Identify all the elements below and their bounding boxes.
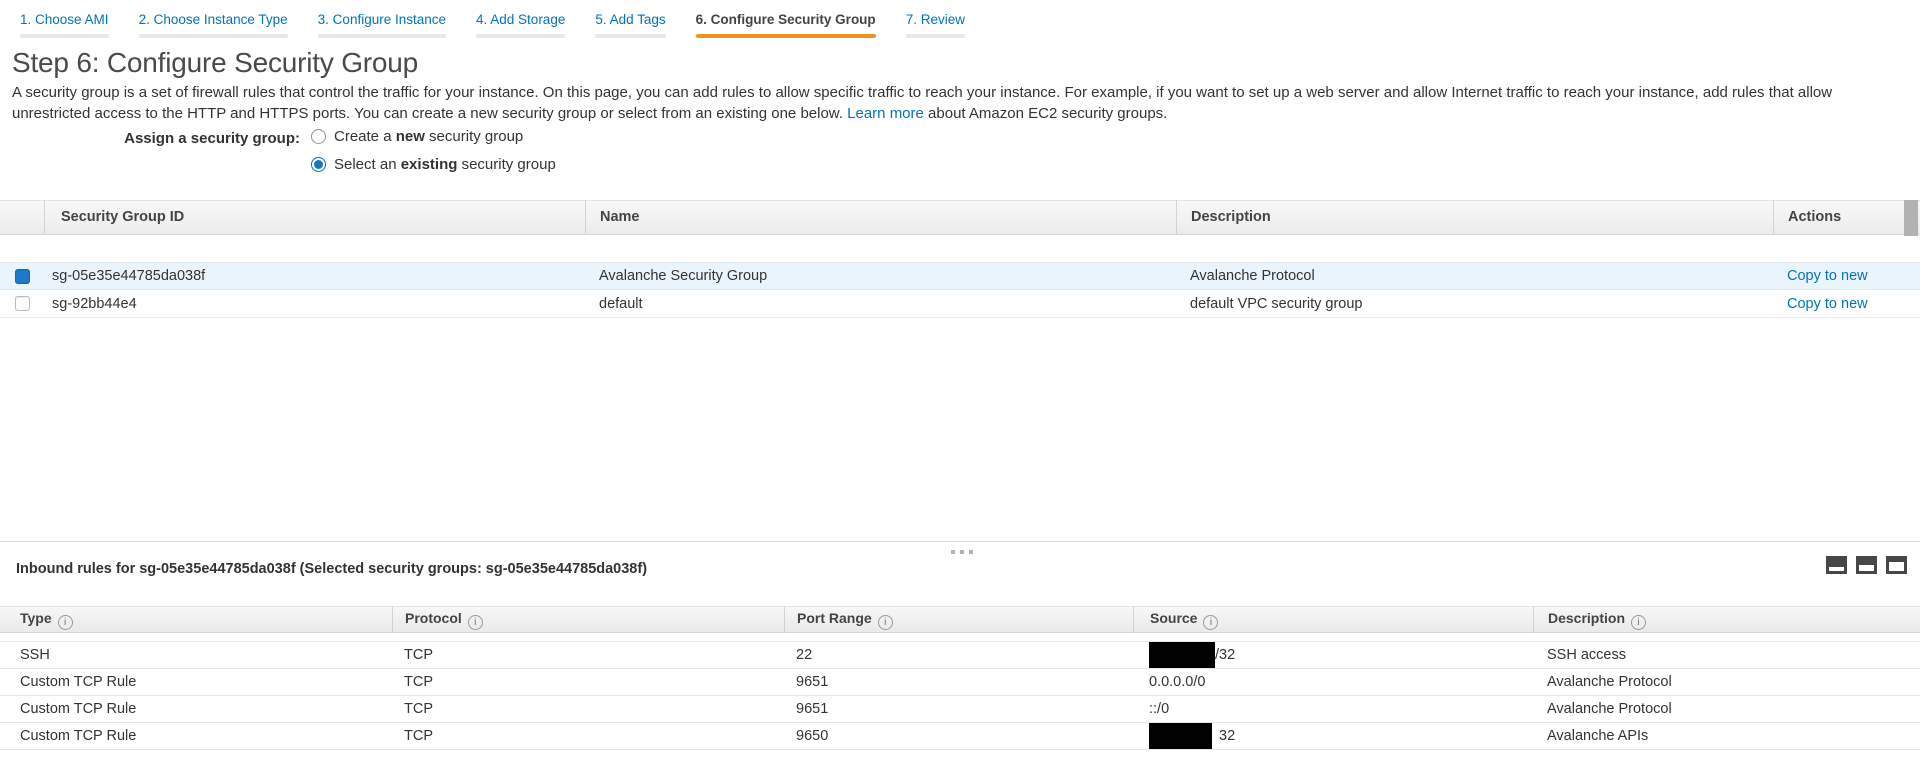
tab-choose-ami[interactable]: 1. Choose AMI	[20, 12, 109, 46]
page-title: Step 6: Configure Security Group	[12, 47, 418, 79]
inbound-rule-row-ssh[interactable]: SSH TCP 22 /32 SSH access	[0, 642, 1920, 669]
wizard-tab-bar: 1. Choose AMI 2. Choose Instance Type 3.…	[0, 0, 1920, 46]
info-icon[interactable]: i	[468, 615, 483, 630]
panel-large-icon[interactable]	[1886, 556, 1907, 574]
tab-add-storage[interactable]: 4. Add Storage	[476, 12, 565, 46]
cell-description: Avalanche Protocol	[1533, 674, 1920, 690]
cell-protocol: TCP	[392, 647, 784, 663]
cell-security-group-id: sg-92bb44e4	[44, 296, 585, 312]
inbound-rules-title: Inbound rules for sg-05e35e44785da038f (…	[16, 561, 647, 577]
cell-description: Avalanche Protocol	[1176, 268, 1773, 284]
radio-icon-selected[interactable]	[311, 157, 326, 172]
panel-small-icon[interactable]	[1826, 556, 1847, 574]
radio-select-existing-label: Select an existing security group	[334, 156, 556, 173]
inbound-rules-table: Typei Protocoli Port Rangei Sourcei Desc…	[0, 606, 1920, 750]
cell-description: SSH access	[1533, 647, 1920, 663]
header-security-group-id: Security Group ID	[44, 200, 585, 235]
cell-type: Custom TCP Rule	[0, 674, 392, 690]
security-groups-table: Security Group ID Name Description Actio…	[0, 200, 1920, 318]
page-description: A security group is a set of firewall ru…	[12, 82, 1907, 124]
header-protocol: Protocoli	[392, 606, 784, 633]
cell-port-range: 9651	[784, 701, 1133, 717]
inbound-rules-table-body: SSH TCP 22 /32 SSH access Custom TCP Rul…	[0, 641, 1920, 750]
panel-medium-icon[interactable]	[1856, 556, 1877, 574]
drag-dots-icon[interactable]	[947, 548, 977, 556]
copy-to-new-link[interactable]: Copy to new	[1787, 296, 1868, 312]
radio-create-new-label: Create a new security group	[334, 128, 523, 145]
cell-name: Avalanche Security Group	[585, 268, 1176, 284]
header-checkbox-column	[0, 200, 44, 235]
table-row-avalanche-security-group[interactable]: sg-05e35e44785da038f Avalanche Security …	[0, 262, 1920, 290]
table-scrollbar-thumb[interactable]	[1904, 200, 1918, 236]
cell-type: SSH	[0, 647, 392, 663]
cell-security-group-id: sg-05e35e44785da038f	[44, 268, 585, 284]
tab-configure-security-group[interactable]: 6. Configure Security Group	[696, 12, 876, 46]
tab-review[interactable]: 7. Review	[906, 12, 965, 46]
header-type: Typei	[0, 610, 392, 630]
panel-size-toggles	[1826, 556, 1907, 574]
assign-security-group-label: Assign a security group:	[0, 130, 300, 147]
cell-protocol: TCP	[392, 728, 784, 744]
security-groups-table-header: Security Group ID Name Description Actio…	[0, 200, 1920, 235]
cell-source: ::/0	[1133, 701, 1533, 717]
cell-protocol: TCP	[392, 701, 784, 717]
cell-type: Custom TCP Rule	[0, 701, 392, 717]
info-icon[interactable]: i	[878, 615, 893, 630]
inbound-rule-row-tcp-9650[interactable]: Custom TCP Rule TCP 9650 32 Avalanche AP…	[0, 723, 1920, 750]
info-icon[interactable]: i	[58, 615, 73, 630]
cell-description: Avalanche APIs	[1533, 728, 1920, 744]
cell-description: default VPC security group	[1176, 296, 1773, 312]
info-icon[interactable]: i	[1631, 615, 1646, 630]
security-groups-table-body: sg-05e35e44785da038f Avalanche Security …	[0, 262, 1920, 318]
table-row-default-security-group[interactable]: sg-92bb44e4 default default VPC security…	[0, 290, 1920, 318]
inbound-rules-table-header: Typei Protocoli Port Rangei Sourcei Desc…	[0, 606, 1920, 633]
radio-icon-unselected[interactable]	[311, 129, 326, 144]
radio-select-existing-group[interactable]: Select an existing security group	[311, 156, 556, 173]
header-description: Description	[1176, 200, 1773, 235]
cell-port-range: 22	[784, 647, 1133, 663]
cell-type: Custom TCP Rule	[0, 728, 392, 744]
cell-port-range: 9650	[784, 728, 1133, 744]
header-name: Name	[585, 200, 1176, 235]
section-divider	[0, 541, 1920, 542]
cell-port-range: 9651	[784, 674, 1133, 690]
header-source: Sourcei	[1133, 606, 1533, 633]
learn-more-link[interactable]: Learn more	[847, 105, 924, 122]
header-port-range: Port Rangei	[784, 606, 1133, 633]
redacted-ip	[1149, 642, 1215, 668]
radio-create-new-group[interactable]: Create a new security group	[311, 128, 523, 145]
inbound-rule-row-tcp-9651-ipv4[interactable]: Custom TCP Rule TCP 9651 0.0.0.0/0 Avala…	[0, 669, 1920, 696]
redacted-ip	[1149, 723, 1212, 749]
description-suffix: about Amazon EC2 security groups.	[928, 105, 1167, 122]
inbound-rule-row-tcp-9651-ipv6[interactable]: Custom TCP Rule TCP 9651 ::/0 Avalanche …	[0, 696, 1920, 723]
tab-add-tags[interactable]: 5. Add Tags	[595, 12, 665, 46]
tab-configure-instance[interactable]: 3. Configure Instance	[318, 12, 446, 46]
cell-name: default	[585, 296, 1176, 312]
cell-description: Avalanche Protocol	[1533, 701, 1920, 717]
cell-source: 32	[1133, 723, 1533, 749]
tab-choose-instance-type[interactable]: 2. Choose Instance Type	[139, 12, 288, 46]
header-description: Descriptioni	[1533, 606, 1920, 633]
copy-to-new-link[interactable]: Copy to new	[1787, 268, 1868, 284]
header-actions: Actions	[1773, 200, 1920, 235]
cell-source: 0.0.0.0/0	[1133, 674, 1533, 690]
info-icon[interactable]: i	[1203, 615, 1218, 630]
cell-source: /32	[1133, 642, 1533, 668]
row-checkbox-unchecked[interactable]	[15, 296, 30, 311]
cell-protocol: TCP	[392, 674, 784, 690]
row-checkbox-checked[interactable]	[15, 269, 30, 284]
